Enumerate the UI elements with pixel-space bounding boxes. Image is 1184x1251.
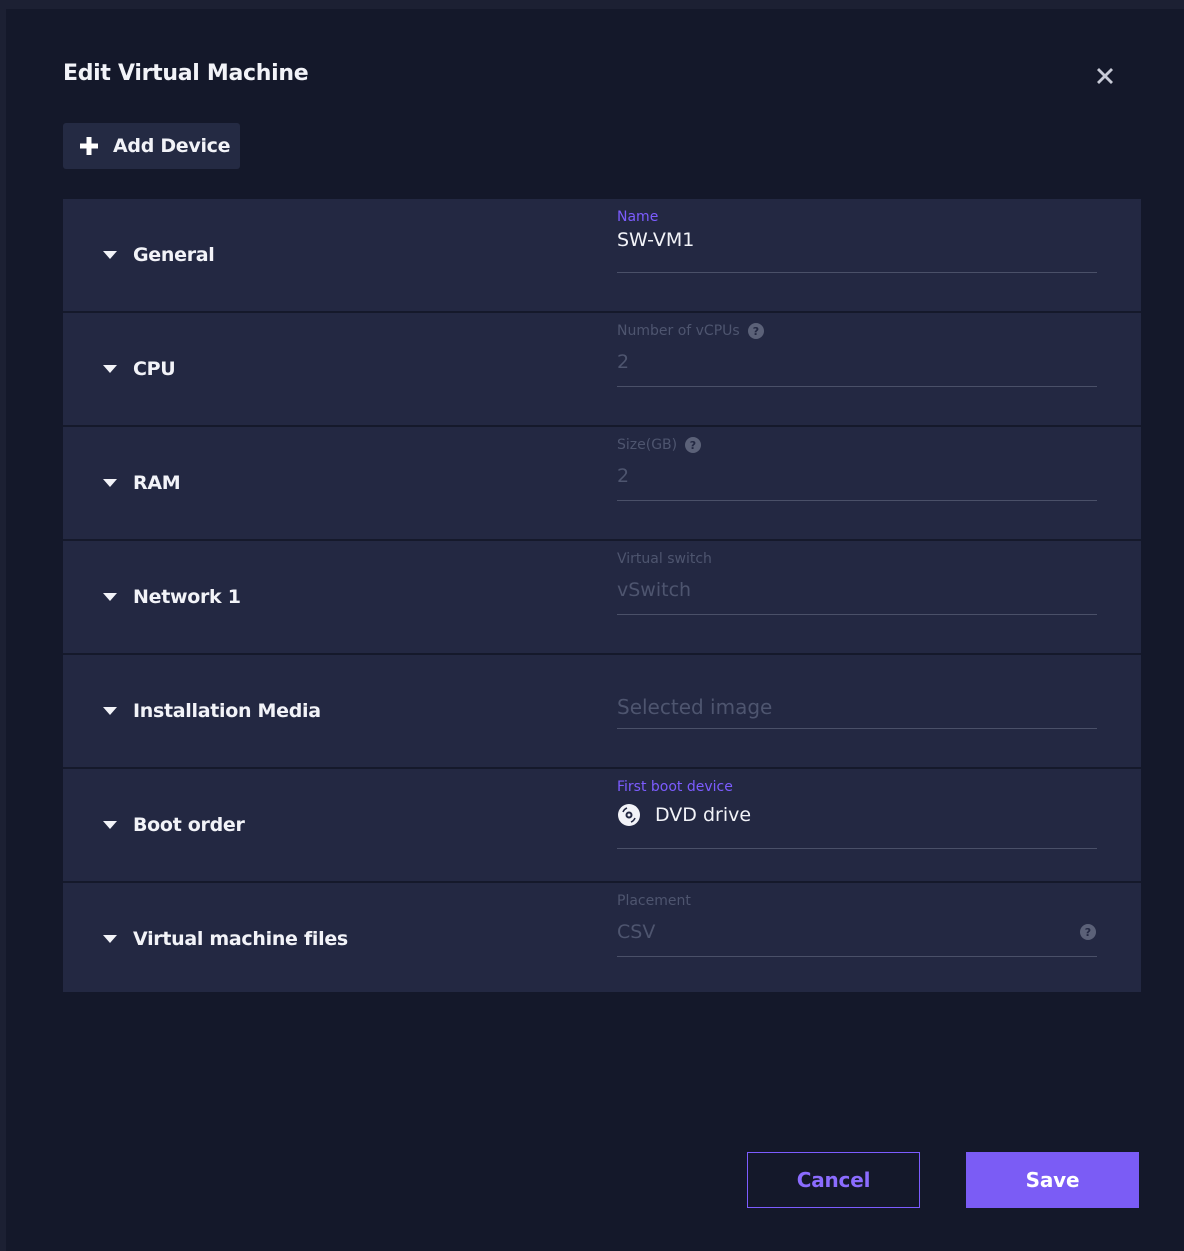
section-header-ram[interactable]: RAM bbox=[103, 427, 181, 539]
field-underline bbox=[617, 386, 1097, 387]
vcpu-field-label: Number of vCPUs ? bbox=[617, 323, 764, 339]
caret-down-icon bbox=[103, 707, 117, 715]
caret-down-icon bbox=[103, 821, 117, 829]
section-title: General bbox=[133, 244, 215, 266]
help-icon[interactable]: ? bbox=[685, 437, 702, 453]
selected-image-field[interactable]: Selected image bbox=[617, 655, 1097, 767]
section-title: Boot order bbox=[133, 814, 245, 836]
vcpu-field: Number of vCPUs ? 2 bbox=[617, 313, 1097, 425]
section-title: RAM bbox=[133, 472, 181, 494]
section-boot-order: Boot order First boot device DVD drive bbox=[63, 769, 1141, 883]
section-header-cpu[interactable]: CPU bbox=[103, 313, 176, 425]
plus-icon bbox=[80, 137, 98, 155]
field-underline bbox=[617, 272, 1097, 273]
help-icon[interactable]: ? bbox=[1080, 924, 1096, 940]
section-header-installation-media[interactable]: Installation Media bbox=[103, 655, 321, 767]
first-boot-device-field[interactable]: First boot device DVD drive bbox=[617, 769, 1097, 881]
add-device-button[interactable]: Add Device bbox=[63, 123, 240, 169]
field-underline bbox=[617, 614, 1097, 615]
first-boot-device-label: First boot device bbox=[617, 779, 733, 795]
section-cpu: CPU Number of vCPUs ? 2 bbox=[63, 313, 1141, 427]
disc-icon bbox=[618, 804, 640, 826]
section-title: Virtual machine files bbox=[133, 928, 348, 950]
caret-down-icon bbox=[103, 593, 117, 601]
caret-down-icon bbox=[103, 935, 117, 943]
section-title: Installation Media bbox=[133, 700, 321, 722]
field-underline bbox=[617, 500, 1097, 501]
section-header-virtual-machine-files[interactable]: Virtual machine files bbox=[103, 883, 348, 995]
section-title: Network 1 bbox=[133, 586, 241, 608]
cancel-button[interactable]: Cancel bbox=[747, 1152, 920, 1208]
field-underline bbox=[617, 848, 1097, 849]
section-header-network-1[interactable]: Network 1 bbox=[103, 541, 241, 653]
field-underline bbox=[617, 728, 1097, 729]
vcpu-label-text: Number of vCPUs bbox=[617, 323, 740, 339]
first-boot-device-text: DVD drive bbox=[655, 804, 752, 826]
section-ram: RAM Size(GB) ? 2 bbox=[63, 427, 1141, 541]
placement-value: CSV bbox=[617, 921, 656, 943]
caret-down-icon bbox=[103, 365, 117, 373]
placement-field: Placement CSV ? bbox=[617, 883, 1097, 995]
section-header-general[interactable]: General bbox=[103, 199, 215, 311]
caret-down-icon bbox=[103, 251, 117, 259]
section-general: General Name SW-VM1 bbox=[63, 199, 1141, 313]
name-field[interactable]: Name SW-VM1 bbox=[617, 199, 1097, 311]
svg-text:?: ? bbox=[752, 325, 758, 338]
ram-label-text: Size(GB) bbox=[617, 437, 678, 453]
selected-image-placeholder[interactable]: Selected image bbox=[617, 695, 772, 719]
section-header-boot-order[interactable]: Boot order bbox=[103, 769, 245, 881]
caret-down-icon bbox=[103, 479, 117, 487]
svg-text:?: ? bbox=[690, 439, 696, 452]
name-field-value[interactable]: SW-VM1 bbox=[617, 229, 694, 251]
virtual-switch-field: Virtual switch vSwitch bbox=[617, 541, 1097, 653]
placement-label: Placement bbox=[617, 893, 691, 909]
device-list: General Name SW-VM1 CPU Number of vCPUs … bbox=[63, 199, 1141, 992]
field-underline bbox=[617, 956, 1097, 957]
svg-text:?: ? bbox=[1085, 926, 1091, 939]
ram-field: Size(GB) ? 2 bbox=[617, 427, 1097, 539]
section-installation-media: Installation Media Selected image bbox=[63, 655, 1141, 769]
help-icon[interactable]: ? bbox=[747, 323, 764, 339]
name-field-label: Name bbox=[617, 209, 659, 225]
add-device-label: Add Device bbox=[113, 135, 231, 157]
section-network-1: Network 1 Virtual switch vSwitch bbox=[63, 541, 1141, 655]
first-boot-device-value[interactable]: DVD drive bbox=[617, 803, 751, 827]
ram-field-label: Size(GB) ? bbox=[617, 437, 702, 453]
ram-field-value: 2 bbox=[617, 465, 630, 487]
virtual-switch-label: Virtual switch bbox=[617, 551, 712, 567]
section-title: CPU bbox=[133, 358, 176, 380]
save-button[interactable]: Save bbox=[966, 1152, 1139, 1208]
section-virtual-machine-files: Virtual machine files Placement CSV ? bbox=[63, 883, 1141, 997]
dialog-title: Edit Virtual Machine bbox=[63, 61, 309, 86]
virtual-switch-value: vSwitch bbox=[617, 579, 692, 601]
vcpu-field-value: 2 bbox=[617, 351, 630, 373]
close-icon[interactable] bbox=[1092, 63, 1118, 89]
edit-vm-dialog: Edit Virtual Machine Add Device General … bbox=[6, 9, 1184, 1251]
